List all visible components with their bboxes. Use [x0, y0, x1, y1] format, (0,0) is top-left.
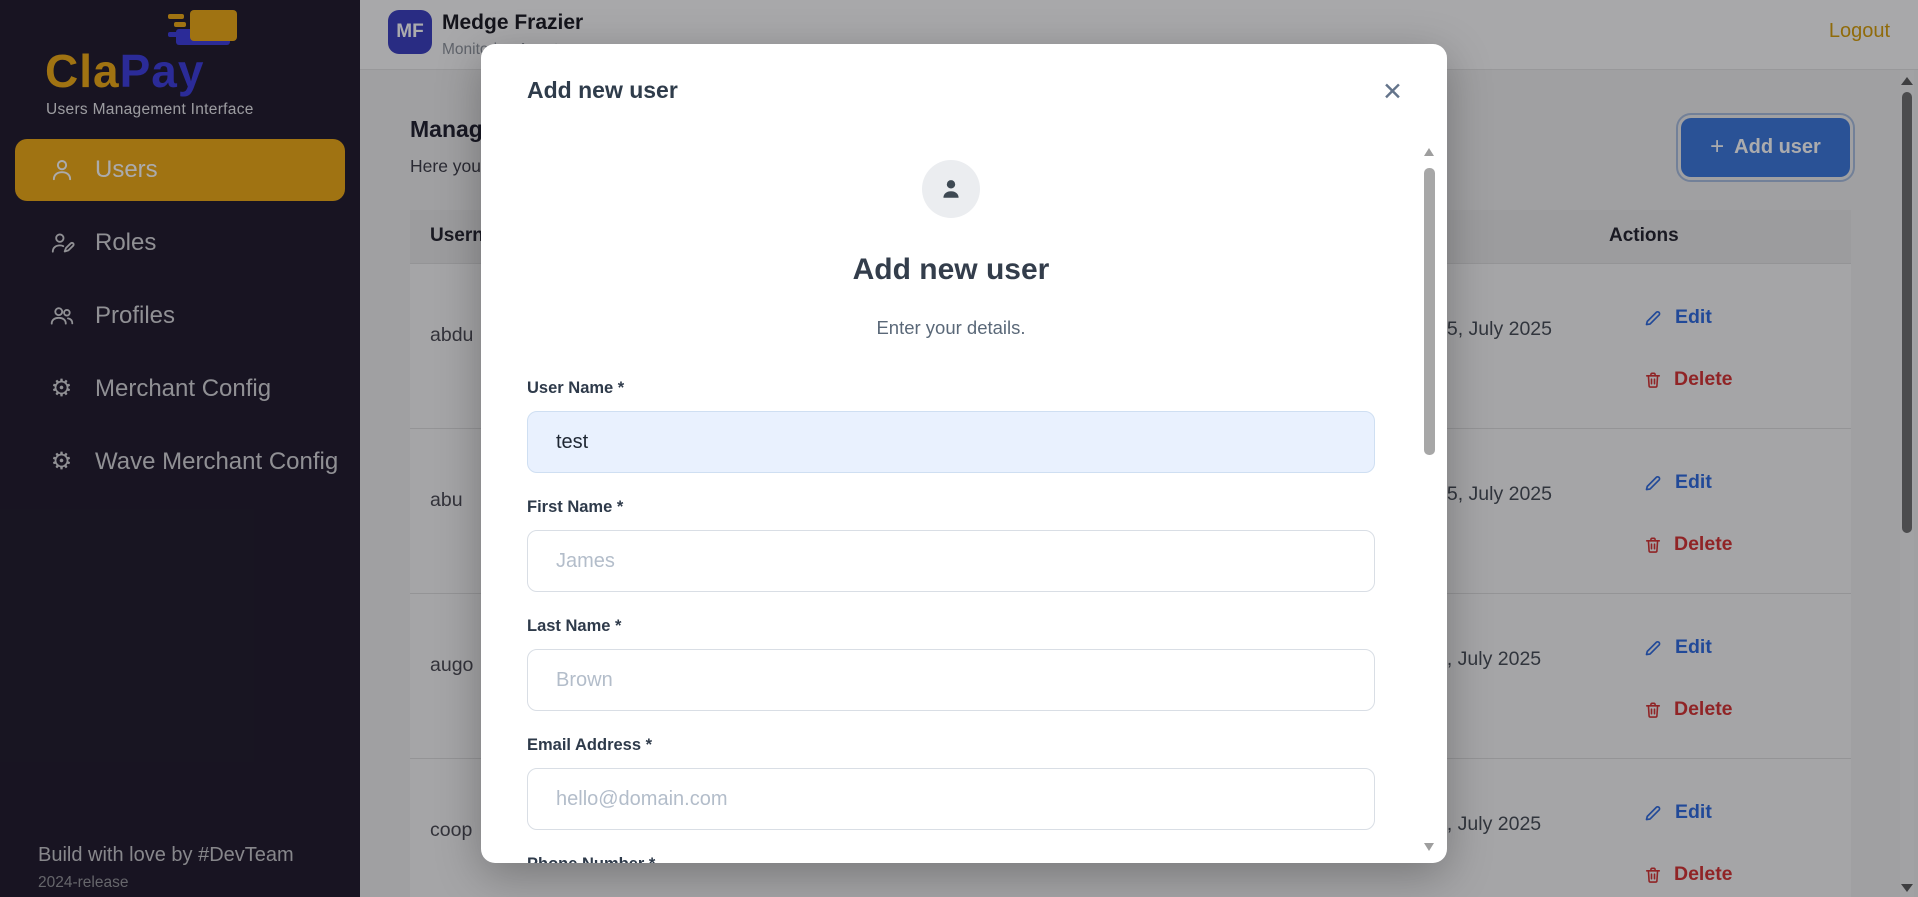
- field-label: Last Name *: [527, 617, 622, 635]
- user-icon: [943, 180, 959, 198]
- form-field: Last Name *: [527, 617, 1375, 711]
- modal-scroll-up-arrow[interactable]: [1424, 148, 1434, 156]
- form-field: Phone Number *: [527, 855, 1375, 863]
- form-field: First Name *: [527, 498, 1375, 592]
- form-field: User Name *: [527, 379, 1375, 473]
- close-icon[interactable]: ✕: [1382, 80, 1403, 105]
- field-label: First Name *: [527, 498, 624, 516]
- modal-avatar: [922, 160, 980, 218]
- modal-title: Add new user: [527, 77, 678, 103]
- modal-subheading: Enter your details.: [876, 317, 1026, 338]
- modal-body: Add new user Enter your details. User Na…: [481, 106, 1447, 863]
- field-input[interactable]: [527, 649, 1375, 711]
- add-user-form: User Name * First Name * Last Name * Ema…: [527, 379, 1375, 863]
- form-field: Email Address *: [527, 736, 1375, 830]
- field-input[interactable]: [527, 411, 1375, 473]
- modal-scroll-down-arrow[interactable]: [1424, 843, 1434, 851]
- field-label: User Name *: [527, 379, 625, 397]
- field-label: Phone Number *: [527, 855, 1375, 863]
- field-input[interactable]: [527, 530, 1375, 592]
- modal-scrollbar[interactable]: [1424, 140, 1435, 856]
- field-label: Email Address *: [527, 736, 653, 754]
- modal-scrollbar-thumb[interactable]: [1424, 168, 1435, 455]
- add-user-modal: Add new user ✕ Add new user Enter your d…: [481, 44, 1447, 863]
- modal-heading: Add new user: [852, 253, 1050, 286]
- field-input[interactable]: [527, 768, 1375, 830]
